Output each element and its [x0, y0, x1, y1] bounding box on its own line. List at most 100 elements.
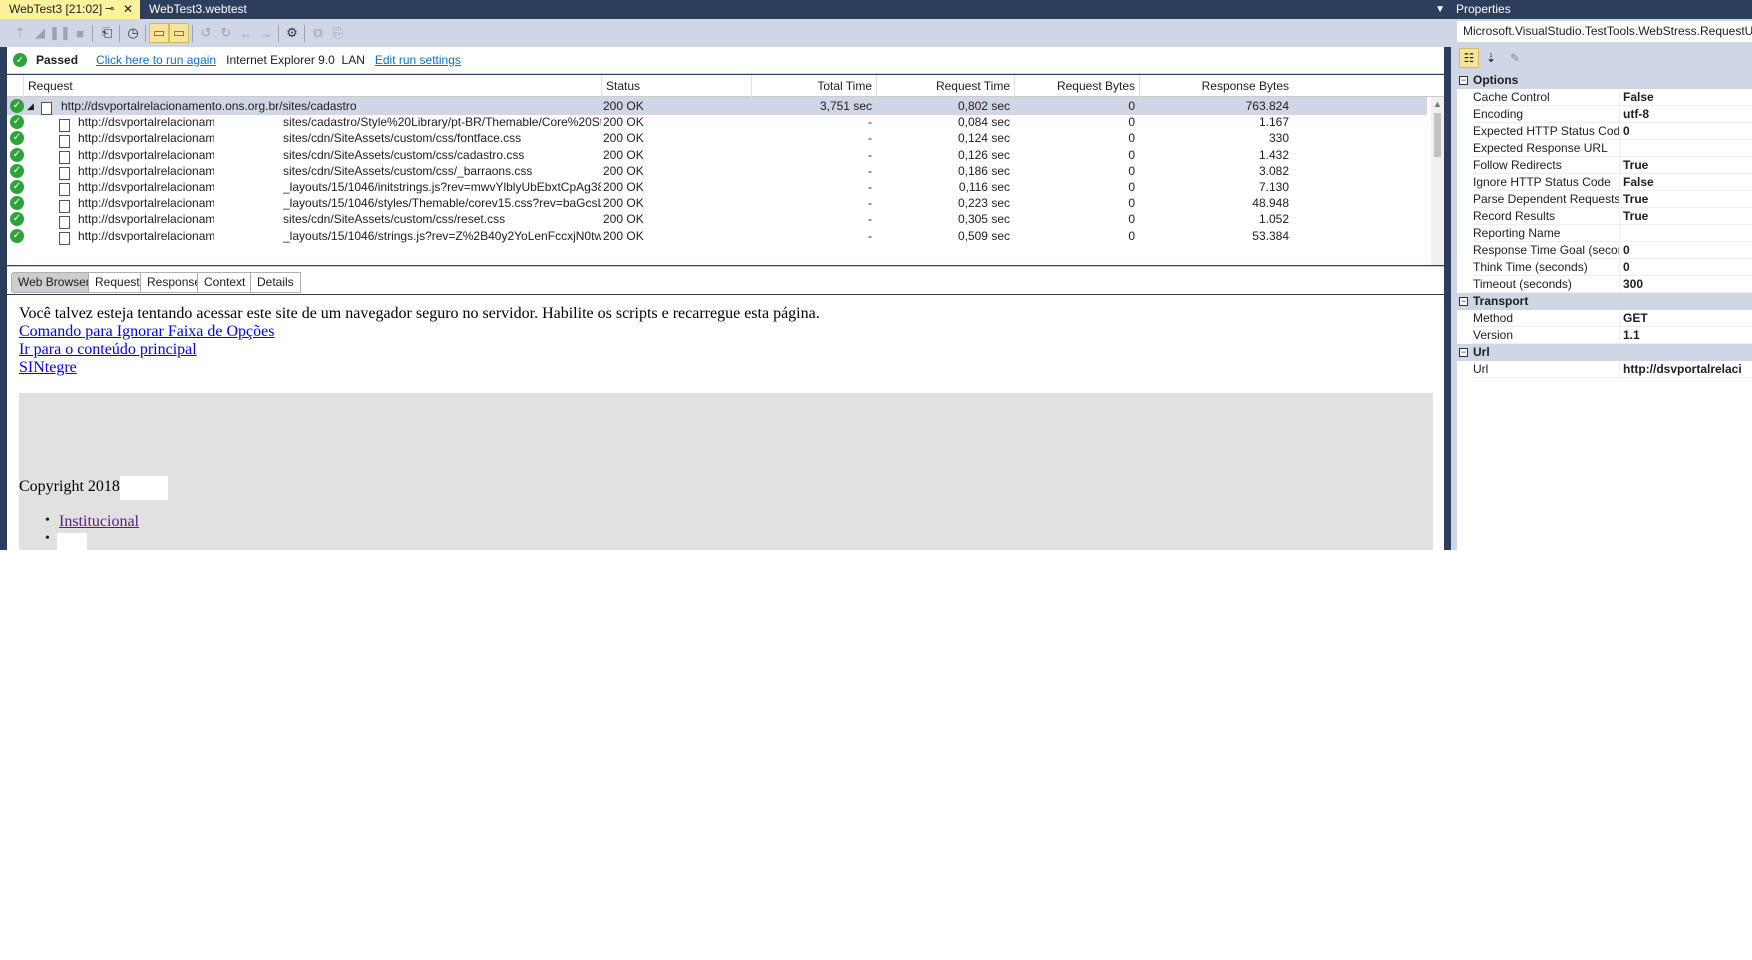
property-value[interactable]: 0 [1623, 123, 1752, 140]
row-line [1473, 377, 1752, 378]
properties-object-selector[interactable]: Microsoft.VisualStudio.TestTools.WebStre… [1457, 21, 1752, 42]
list-bullet: • [45, 513, 50, 528]
category-label: Url [1473, 345, 1490, 359]
generate-code-icon[interactable]: ⧉ [308, 23, 328, 43]
clock-icon[interactable]: ◷ [123, 23, 143, 43]
property-value[interactable]: True [1623, 157, 1752, 174]
pause-icon[interactable]: ❚❚ [49, 23, 71, 43]
tab-web-browser[interactable]: Web Browser [11, 272, 97, 293]
redo-icon[interactable]: ↻ [216, 23, 236, 43]
request-grid: Request Status Total Time Request Time R… [7, 75, 1444, 265]
tab-details[interactable]: Details [250, 272, 301, 293]
wrench-icon[interactable]: ✎ [1505, 48, 1525, 68]
status-cell: 200 OK [603, 228, 644, 243]
run-icon[interactable]: ⇡ [10, 23, 30, 43]
request-url: http://dsvportalrelacionamer [78, 228, 214, 243]
check-icon: ✓ [10, 180, 24, 194]
collapse-icon[interactable]: − [1459, 348, 1468, 357]
list-bullet: • [45, 531, 50, 546]
toolbar-separator [119, 25, 120, 42]
property-value[interactable]: http://dsvportalrelaci [1623, 361, 1752, 378]
close-icon[interactable]: ✕ [123, 0, 133, 19]
check-icon: ✓ [10, 131, 24, 146]
property-value[interactable]: 1.1 [1623, 327, 1752, 344]
property-value[interactable]: True [1623, 191, 1752, 208]
property-row[interactable]: Ignore HTTP Status Code False [1457, 174, 1752, 193]
sintegre-link[interactable]: SINtegre [19, 359, 77, 377]
request-bytes-cell: 0 [1128, 228, 1135, 243]
property-value[interactable]: 0 [1623, 242, 1752, 259]
property-value[interactable]: GET [1623, 310, 1752, 327]
tab-title: WebTest3.webtest [149, 2, 247, 16]
categorized-icon[interactable]: ☷ [1459, 48, 1479, 68]
property-name: Ignore HTTP Status Code [1473, 175, 1611, 189]
property-row[interactable]: Response Time Goal (seconds 0 [1457, 242, 1752, 261]
edit-run-settings-link[interactable]: Edit run settings [375, 53, 461, 67]
check-icon: ✓ [10, 196, 24, 211]
property-value[interactable]: True [1623, 208, 1752, 225]
property-row[interactable]: Method GET [1457, 310, 1752, 329]
scroll-thumb[interactable] [1434, 113, 1441, 157]
property-value[interactable]: 300 [1623, 276, 1752, 293]
property-name: Record Results [1473, 209, 1556, 223]
institucional-link[interactable]: Institucional [59, 513, 139, 531]
property-value[interactable]: 0 [1623, 259, 1752, 276]
back-icon[interactable]: ← [236, 23, 256, 43]
parameterize-icon[interactable]: ⎘ [328, 23, 348, 43]
tab-dropdown-icon[interactable]: ▼ [1435, 0, 1445, 19]
property-value[interactable]: utf-8 [1623, 106, 1752, 123]
table-row[interactable]: ✓ http://dsvportalrelacionamer _layouts/15… [7, 227, 1427, 245]
test-settings-icon[interactable]: ⚙ [282, 23, 302, 43]
folder-icon[interactable]: ▭ [149, 23, 169, 43]
tab-request[interactable]: Request [88, 272, 147, 293]
forward-icon[interactable]: → [256, 23, 276, 43]
property-row[interactable]: Follow Redirects True [1457, 157, 1752, 176]
property-row[interactable]: Url http://dsvportalrelaci [1457, 361, 1752, 380]
check-icon: ✓ [10, 99, 24, 113]
property-row[interactable]: Expected HTTP Status Code 0 [1457, 123, 1752, 142]
col-response-bytes[interactable]: Response Bytes [1139, 75, 1293, 97]
tab-context[interactable]: Context [197, 272, 253, 293]
property-row[interactable]: Cache Control False [1457, 89, 1752, 108]
property-row[interactable]: Reporting Name [1457, 225, 1752, 244]
property-row[interactable]: Expected Response URL [1457, 140, 1752, 159]
property-category[interactable]: − Options [1457, 72, 1752, 89]
grid-scrollbar[interactable]: ▲ [1431, 97, 1444, 265]
tab-webtest-result[interactable]: WebTest3 [21:02] ⊸ ✕ [0, 0, 140, 19]
script-warning-message: Você talvez esteja tentando acessar este… [19, 305, 820, 322]
col-request[interactable]: Request [23, 75, 601, 97]
col-status[interactable]: Status [601, 75, 751, 97]
property-category[interactable]: − Transport [1457, 293, 1752, 310]
folder-open-icon[interactable]: ▭ [169, 23, 189, 43]
check-icon: ✓ [10, 228, 24, 243]
property-category[interactable]: − Url [1457, 344, 1752, 361]
ribbon-skip-link[interactable]: Comando para Ignorar Faixa de Opções [19, 323, 274, 341]
collapse-icon[interactable]: − [1459, 76, 1468, 85]
property-row[interactable]: Timeout (seconds) 300 [1457, 276, 1752, 295]
property-row[interactable]: Parse Dependent Requests True [1457, 191, 1752, 210]
property-row[interactable]: Encoding utf-8 [1457, 106, 1752, 125]
collapse-icon[interactable]: − [1459, 297, 1468, 306]
property-row[interactable]: Version 1.1 [1457, 327, 1752, 346]
col-request-bytes[interactable]: Request Bytes [1014, 75, 1139, 97]
add-request-icon[interactable]: ⎗ [97, 23, 117, 43]
property-name: Encoding [1473, 107, 1524, 121]
main-content-link[interactable]: Ir para o conteúdo principal [19, 341, 197, 359]
pin-icon[interactable]: ⊸ [105, 0, 114, 19]
property-value[interactable]: False [1623, 89, 1752, 106]
check-icon: ✓ [10, 163, 24, 178]
property-value[interactable]: False [1623, 174, 1752, 191]
property-row[interactable]: Think Time (seconds) 0 [1457, 259, 1752, 278]
scroll-up-icon[interactable]: ▲ [1433, 99, 1442, 109]
tab-webtest-file[interactable]: WebTest3.webtest [140, 0, 285, 19]
step-icon[interactable]: ◢ [30, 23, 50, 43]
result-toolbar: ⇡ ◢ ❚❚ ■ ⎗ ◷ ▭ ▭ ↺ ↻ ← → ⚙ ⧉ ⎘ [0, 19, 1451, 47]
col-request-time[interactable]: Request Time [876, 75, 1014, 97]
sort-az-icon[interactable]: ⇣ [1481, 48, 1501, 68]
undo-icon[interactable]: ↺ [196, 23, 216, 43]
properties-toolbar: ☷ ⇣ ✎ [1457, 46, 1752, 70]
col-total-time[interactable]: Total Time [751, 75, 876, 97]
stop-icon[interactable]: ■ [70, 23, 90, 43]
property-row[interactable]: Record Results True [1457, 208, 1752, 227]
run-again-link[interactable]: Click here to run again [96, 53, 216, 67]
